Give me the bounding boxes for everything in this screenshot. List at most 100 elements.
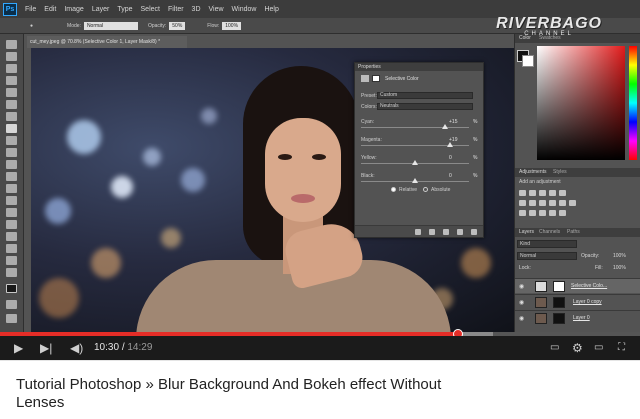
vibrance-icon[interactable] [559,190,566,196]
visibility-icon[interactable] [457,229,463,235]
slider-track[interactable] [361,145,469,146]
menu-3d[interactable]: 3D [192,6,201,13]
colors-select[interactable]: Neutrals [377,103,473,110]
lasso-tool-icon[interactable] [6,64,17,73]
threshold-icon[interactable] [539,210,546,216]
history-brush-tool-icon[interactable] [6,148,17,157]
tab-adjustments[interactable]: Adjustments [519,169,547,175]
mode-select[interactable]: Normal [83,21,138,30]
zoom-tool-icon[interactable] [6,268,17,277]
exposure-icon[interactable] [549,190,556,196]
mask-thumb[interactable] [553,313,565,324]
mask-icon[interactable] [372,75,380,82]
opacity-field[interactable]: 50% [169,21,186,30]
healing-tool-icon[interactable] [6,112,17,121]
menu-image[interactable]: Image [64,6,83,13]
dodge-tool-icon[interactable] [6,196,17,205]
foreground-color-swatch[interactable] [6,284,17,293]
menu-layer[interactable]: Layer [92,6,110,13]
video-title[interactable]: Tutorial Photoshop » Blur Background And… [16,376,486,412]
brush-tool-icon[interactable] [6,124,17,133]
layer-row[interactable]: ◉ Layer 0 copy [515,294,640,309]
stamp-tool-icon[interactable] [6,136,17,145]
quick-select-tool-icon[interactable] [6,76,17,85]
levels-icon[interactable] [529,190,536,196]
layer-row[interactable]: ◉ Selective Colo... [515,278,640,293]
miniplayer-icon[interactable]: ▭ [594,341,603,355]
layer-kind-filter[interactable]: Kind [517,240,577,248]
fill-value[interactable]: 100% [613,265,626,271]
layer-name[interactable]: Layer 0 copy [573,299,602,305]
gradient-tool-icon[interactable] [6,172,17,181]
selective-color-icon[interactable] [559,210,566,216]
tab-paths[interactable]: Paths [567,229,580,235]
clip-to-layer-icon[interactable] [415,229,421,235]
slider-value-field[interactable]: 0 [449,155,452,161]
menu-select[interactable]: Select [141,6,160,13]
flow-field[interactable]: 100% [222,21,242,30]
menu-file[interactable]: File [25,6,36,13]
slider-thumb[interactable] [442,124,449,129]
background-color-chip[interactable] [522,55,534,67]
eyedropper-tool-icon[interactable] [6,100,17,109]
absolute-radio[interactable] [423,187,428,192]
tab-styles[interactable]: Styles [553,169,567,175]
layer-row[interactable]: ◉ Layer 0 [515,310,640,325]
play-icon[interactable]: ▶ [14,341,23,355]
menu-help[interactable]: Help [264,6,278,13]
crop-tool-icon[interactable] [6,88,17,97]
path-select-tool-icon[interactable] [6,232,17,241]
preset-select[interactable]: Custom [377,92,473,99]
captions-icon[interactable]: ▭ [550,341,559,355]
volume-icon[interactable]: ◀) [70,341,83,355]
mask-thumb[interactable] [553,281,565,292]
posterize-icon[interactable] [529,210,536,216]
menu-view[interactable]: View [209,6,224,13]
quick-mask-icon[interactable] [6,300,17,309]
view-previous-icon[interactable] [429,229,435,235]
eye-icon[interactable]: ◉ [519,315,524,322]
move-tool-icon[interactable] [6,40,17,49]
blur-tool-icon[interactable] [6,184,17,193]
screen-mode-icon[interactable] [6,314,17,323]
curves-icon[interactable] [539,190,546,196]
marquee-tool-icon[interactable] [6,52,17,61]
mask-thumb[interactable] [553,297,565,308]
layer-name[interactable]: Layer 0 [573,315,590,321]
shape-tool-icon[interactable] [6,244,17,253]
tab-channels[interactable]: Channels [539,229,560,235]
hue-saturation-icon[interactable] [519,200,526,206]
color-field[interactable] [537,46,625,160]
next-icon[interactable]: ▶| [40,341,52,355]
slider-track[interactable] [361,127,469,128]
fullscreen-icon[interactable]: ⛶ [618,341,625,355]
slider-value-field[interactable]: +15 [449,119,457,125]
color-balance-icon[interactable] [529,200,536,206]
reset-icon[interactable] [443,229,449,235]
hand-tool-icon[interactable] [6,256,17,265]
menu-type[interactable]: Type [117,6,132,13]
eye-icon[interactable]: ◉ [519,299,524,306]
menu-edit[interactable]: Edit [44,6,56,13]
eraser-tool-icon[interactable] [6,160,17,169]
slider-thumb[interactable] [446,142,453,147]
type-tool-icon[interactable] [6,220,17,229]
relative-radio[interactable] [391,187,396,192]
brush-preset-icon[interactable]: ● [30,23,33,29]
pen-tool-icon[interactable] [6,208,17,217]
slider-thumb[interactable] [412,178,418,183]
blend-mode-select[interactable]: Normal [517,252,577,260]
slider-thumb[interactable] [412,160,418,165]
document-tab[interactable]: cut_mey.jpeg @ 70.8% (Selective Color 1,… [27,36,187,48]
brightness-contrast-icon[interactable] [519,190,526,196]
slider-value-field[interactable]: 0 [449,173,452,179]
photo-filter-icon[interactable] [549,200,556,206]
color-lookup-icon[interactable] [569,200,576,206]
black-white-icon[interactable] [539,200,546,206]
eye-icon[interactable]: ◉ [519,283,524,290]
tab-layers[interactable]: Layers [519,229,534,235]
menu-filter[interactable]: Filter [168,6,184,13]
gradient-map-icon[interactable] [549,210,556,216]
hue-slider[interactable] [629,46,637,160]
layer-opacity-value[interactable]: 100% [613,253,626,259]
